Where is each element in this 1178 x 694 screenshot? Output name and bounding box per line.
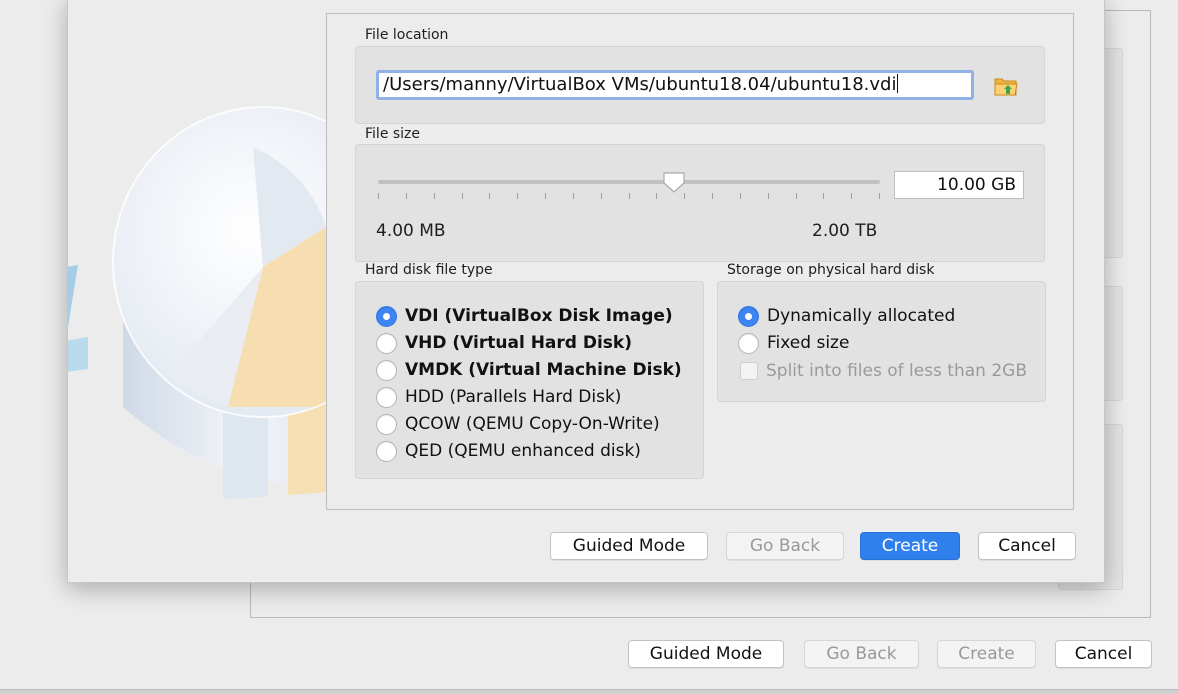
background-create-button: Create xyxy=(937,640,1036,668)
disk-type-radio-qcow[interactable]: QCOW (QEMU Copy-On-Write) xyxy=(376,412,660,436)
browse-folder-button[interactable] xyxy=(992,73,1020,99)
slider-tick xyxy=(406,193,407,199)
radio-button[interactable] xyxy=(738,332,759,354)
radio-button[interactable] xyxy=(376,305,397,327)
radio-button[interactable] xyxy=(376,386,397,408)
radio-button[interactable] xyxy=(376,332,397,354)
radio-button[interactable] xyxy=(376,440,397,462)
slider-tick xyxy=(434,193,435,199)
file-size-max-label: 2.00 TB xyxy=(812,221,878,241)
slider-tick xyxy=(796,193,797,199)
storage-label: Fixed size xyxy=(767,333,850,353)
file-size-min-label: 4.00 MB xyxy=(376,221,446,241)
background-edge xyxy=(0,689,1178,694)
checkbox-box xyxy=(740,362,758,380)
split-files-checkbox: Split into files of less than 2GB xyxy=(740,361,1027,381)
radio-button[interactable] xyxy=(738,305,759,327)
slider-tick xyxy=(629,193,630,199)
file-size-slider-thumb[interactable] xyxy=(662,171,686,193)
disk-type-radio-qed[interactable]: QED (QEMU enhanced disk) xyxy=(376,439,641,463)
slider-ticks xyxy=(378,193,880,201)
slider-tick xyxy=(684,193,685,199)
go-back-button: Go Back xyxy=(726,532,844,560)
guided-mode-button[interactable]: Guided Mode xyxy=(550,532,708,560)
screen: Guided Mode Go Back Create Cancel File l… xyxy=(0,0,1178,694)
split-files-label: Split into files of less than 2GB xyxy=(766,361,1027,381)
disk-type-radio-vdi[interactable]: VDI (VirtualBox Disk Image) xyxy=(376,304,673,328)
slider-tick xyxy=(545,193,546,199)
radio-button[interactable] xyxy=(376,413,397,435)
file-size-input[interactable]: 10.00 GB xyxy=(894,171,1024,199)
slider-tick xyxy=(851,193,852,199)
disk-type-radio-hdd[interactable]: HDD (Parallels Hard Disk) xyxy=(376,385,621,409)
file-location-group: /Users/manny/VirtualBox VMs/ubuntu18.04/… xyxy=(355,46,1045,124)
file-size-group: 10.00 GB 4.00 MB 2.00 TB xyxy=(355,144,1045,262)
slider-tick xyxy=(712,193,713,199)
disk-type-group: VDI (VirtualBox Disk Image) VHD (Virtual… xyxy=(355,281,704,479)
disk-type-radio-vhd[interactable]: VHD (Virtual Hard Disk) xyxy=(376,331,632,355)
background-go-back-button: Go Back xyxy=(804,640,919,668)
create-button[interactable]: Create xyxy=(860,532,960,560)
dialog-content: File location /Users/manny/VirtualBox VM… xyxy=(326,13,1074,510)
file-size-slider-track[interactable] xyxy=(378,180,880,184)
disk-type-label: VHD (Virtual Hard Disk) xyxy=(405,333,633,353)
slider-tick xyxy=(656,193,657,199)
storage-title: Storage on physical hard disk xyxy=(727,262,935,278)
slider-tick xyxy=(768,193,769,199)
slider-tick xyxy=(879,193,880,199)
storage-group: Dynamically allocated Fixed size Split i… xyxy=(717,281,1046,402)
disk-type-label: HDD (Parallels Hard Disk) xyxy=(405,387,622,407)
file-path-input[interactable]: /Users/manny/VirtualBox VMs/ubuntu18.04/… xyxy=(376,70,974,100)
file-path-value: /Users/manny/VirtualBox VMs/ubuntu18.04/… xyxy=(383,74,897,95)
slider-tick xyxy=(740,193,741,199)
text-caret xyxy=(897,74,899,93)
storage-label: Dynamically allocated xyxy=(767,306,956,326)
storage-radio-fixed[interactable]: Fixed size xyxy=(738,331,849,355)
create-virtual-hard-disk-dialog: File location /Users/manny/VirtualBox VM… xyxy=(67,0,1105,583)
disk-type-label: QCOW (QEMU Copy-On-Write) xyxy=(405,414,660,434)
slider-tick xyxy=(517,193,518,199)
file-size-title: File size xyxy=(365,126,421,142)
slider-tick xyxy=(378,193,379,199)
slider-tick xyxy=(823,193,824,199)
disk-type-radio-vmdk[interactable]: VMDK (Virtual Machine Disk) xyxy=(376,358,682,382)
slider-tick xyxy=(489,193,490,199)
background-cancel-button[interactable]: Cancel xyxy=(1055,640,1152,668)
radio-button[interactable] xyxy=(376,359,397,381)
slider-tick xyxy=(601,193,602,199)
folder-icon xyxy=(994,78,1018,96)
storage-radio-dynamic[interactable]: Dynamically allocated xyxy=(738,304,955,328)
background-guided-mode-button[interactable]: Guided Mode xyxy=(628,640,784,668)
cancel-button[interactable]: Cancel xyxy=(978,532,1076,560)
disk-type-label: VDI (VirtualBox Disk Image) xyxy=(405,306,673,326)
disk-type-title: Hard disk file type xyxy=(365,262,493,278)
disk-type-label: VMDK (Virtual Machine Disk) xyxy=(405,360,682,380)
slider-tick xyxy=(462,193,463,199)
disk-type-label: QED (QEMU enhanced disk) xyxy=(405,441,641,461)
slider-tick xyxy=(573,193,574,199)
file-location-title: File location xyxy=(365,27,449,43)
